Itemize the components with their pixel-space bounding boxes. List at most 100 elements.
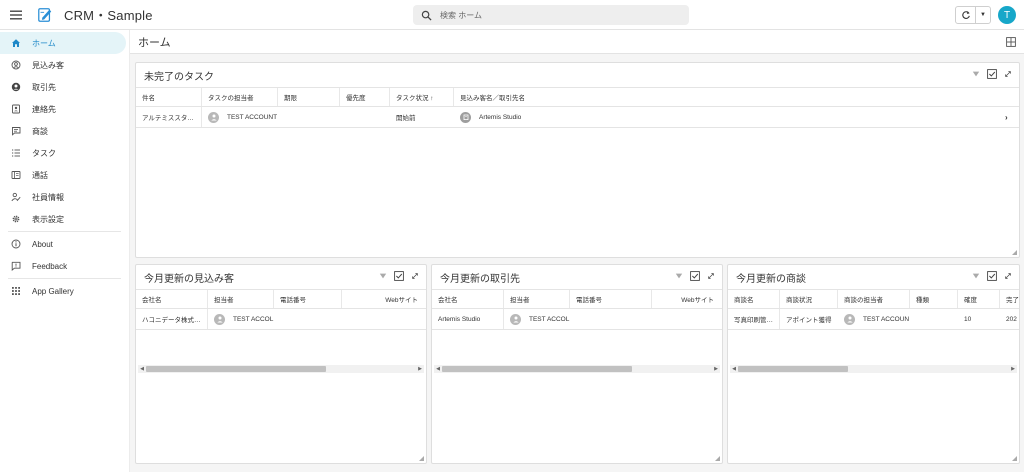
sidebar-item-tasks[interactable]: タスク (0, 142, 126, 164)
layout-grid-icon[interactable] (1006, 37, 1016, 47)
task-icon (10, 147, 22, 159)
cell-status: 開始前 (396, 115, 416, 122)
column-header[interactable]: 商談状況 (780, 290, 838, 308)
search-bar[interactable] (413, 5, 689, 25)
table-row[interactable]: ハコニデータ株式… TEST ACCOL (136, 309, 426, 330)
expand-icon[interactable] (410, 271, 420, 281)
column-header[interactable]: 確度 (958, 290, 1000, 308)
column-header[interactable]: 商談の担当者 (838, 290, 910, 308)
column-header[interactable]: Webサイト (652, 290, 722, 308)
scrollbar-thumb[interactable] (146, 366, 326, 372)
cell-owner: TEST ACCOL (208, 309, 274, 329)
column-header[interactable]: 件名 (136, 88, 202, 106)
sidebar-item-label: App Gallery (32, 286, 74, 296)
table-row[interactable]: 写真印刷管… アポイント獲得 TEST ACCOUN 10 202 (728, 309, 1019, 330)
checkbox-icon[interactable] (987, 271, 997, 281)
app-logo-icon (36, 6, 54, 24)
column-header[interactable]: 優先度 (340, 88, 390, 106)
column-header[interactable]: 完了 (1000, 290, 1019, 308)
tasks-grid: 件名 タスクの担当者 期限 優先度 タスク状況 ↑ 見込み客名／取引先名 アルテ… (136, 87, 1019, 128)
column-header[interactable]: 見込み客名／取引先名 (454, 88, 1019, 106)
sidebar-item-label: About (32, 239, 53, 249)
filter-icon[interactable] (971, 69, 981, 79)
resize-handle-icon[interactable] (1012, 456, 1017, 461)
column-header[interactable]: 電話番号 (274, 290, 342, 308)
sidebar-item-display-settings[interactable]: 表示設定 (0, 208, 126, 230)
panel-tools (971, 69, 1013, 79)
checkbox-icon[interactable] (690, 271, 700, 281)
cell-owner: TEST ACCOUNT (202, 107, 278, 127)
scroll-right-icon[interactable]: ▶ (712, 366, 720, 372)
sidebar-item-about[interactable]: About (0, 233, 126, 255)
expand-icon[interactable] (1003, 271, 1013, 281)
sidebar-item-prospects[interactable]: 見込み客 (0, 54, 126, 76)
checkbox-icon[interactable] (987, 69, 997, 79)
scroll-left-icon[interactable]: ◀ (730, 366, 738, 372)
sidebar-item-app-gallery[interactable]: App Gallery (0, 280, 126, 302)
expand-icon[interactable] (706, 271, 716, 281)
owner-name: TEST ACCOL (233, 315, 274, 323)
sidebar-item-accounts[interactable]: 取引先 (0, 76, 126, 98)
sync-dropdown-button[interactable]: ▼ (976, 7, 990, 23)
search-input[interactable] (440, 10, 680, 20)
chevron-right-icon[interactable]: › (1005, 113, 1019, 122)
apps-grid-icon (10, 285, 22, 297)
cell-phone (274, 309, 342, 329)
column-header[interactable]: Webサイト (342, 290, 426, 308)
filter-icon[interactable] (674, 271, 684, 281)
hamburger-menu-icon[interactable] (0, 0, 32, 30)
caret-down-icon: ▼ (980, 12, 986, 18)
grid-header: 商談名 商談状況 商談の担当者 種類 確度 完了 (728, 289, 1019, 309)
column-header[interactable]: 種類 (910, 290, 958, 308)
cell-web (342, 309, 426, 329)
resize-handle-icon[interactable] (1012, 250, 1017, 255)
cell-deal-name: 写真印刷管… (728, 309, 780, 329)
sidebar-item-feedback[interactable]: Feedback (0, 255, 126, 277)
tasks-panel: 未完了のタスク 件名 タスクの担当者 期限 優先度 タスク状況 ↑ 見込み客名／… (135, 62, 1020, 258)
horizontal-scrollbar[interactable]: ◀ ▶ (730, 365, 1017, 373)
prospect-icon (10, 59, 22, 71)
sync-button[interactable] (956, 7, 976, 23)
column-header[interactable]: タスク状況 ↑ (390, 88, 454, 106)
user-avatar[interactable]: T (998, 6, 1016, 24)
checkbox-icon[interactable] (394, 271, 404, 281)
column-header[interactable]: 電話番号 (570, 290, 652, 308)
column-header[interactable]: 会社名 (432, 290, 504, 308)
cell-deal-status: アポイント獲得 (786, 317, 832, 324)
column-header[interactable]: 期限 (278, 88, 340, 106)
column-header[interactable]: 商談名 (728, 290, 780, 308)
resize-handle-icon[interactable] (419, 456, 424, 461)
scrollbar-thumb[interactable] (442, 366, 632, 372)
cell-owner: TEST ACCOUN (838, 309, 910, 329)
column-header[interactable]: タスクの担当者 (202, 88, 278, 106)
resize-handle-icon[interactable] (715, 456, 720, 461)
column-header[interactable]: 会社名 (136, 290, 208, 308)
scroll-right-icon[interactable]: ▶ (416, 366, 424, 372)
scrollbar-thumb[interactable] (738, 366, 848, 372)
table-row[interactable]: Artemis Studio TEST ACCOL (432, 309, 722, 330)
scroll-right-icon[interactable]: ▶ (1009, 366, 1017, 372)
related-name: Artemis Studio (479, 113, 522, 121)
sidebar-item-label: ホーム (32, 38, 56, 48)
account-icon (10, 81, 22, 93)
owner-name: TEST ACCOUNT (227, 113, 278, 121)
table-row[interactable]: アルテミススタ… TEST ACCOUNT 開始前 Artemis Studio… (136, 107, 1019, 128)
sidebar-item-employees[interactable]: 社員情報 (0, 186, 126, 208)
horizontal-scrollbar[interactable]: ◀ ▶ (138, 365, 424, 373)
sync-button-group: ▼ (955, 6, 991, 24)
filter-icon[interactable] (378, 271, 388, 281)
horizontal-scrollbar[interactable]: ◀ ▶ (434, 365, 720, 373)
sidebar-item-calls[interactable]: 通話 (0, 164, 126, 186)
sidebar-item-home[interactable]: ホーム (0, 32, 126, 54)
filter-icon[interactable] (971, 271, 981, 281)
panel-tools (674, 271, 716, 281)
scroll-left-icon[interactable]: ◀ (434, 366, 442, 372)
column-header[interactable]: 担当者 (208, 290, 274, 308)
owner-name: TEST ACCOUN (863, 315, 910, 323)
deal-icon (10, 125, 22, 137)
sidebar-item-contacts[interactable]: 連絡先 (0, 98, 126, 120)
column-header[interactable]: 担当者 (504, 290, 570, 308)
sidebar-item-deals[interactable]: 商談 (0, 120, 126, 142)
expand-icon[interactable] (1003, 69, 1013, 79)
scroll-left-icon[interactable]: ◀ (138, 366, 146, 372)
